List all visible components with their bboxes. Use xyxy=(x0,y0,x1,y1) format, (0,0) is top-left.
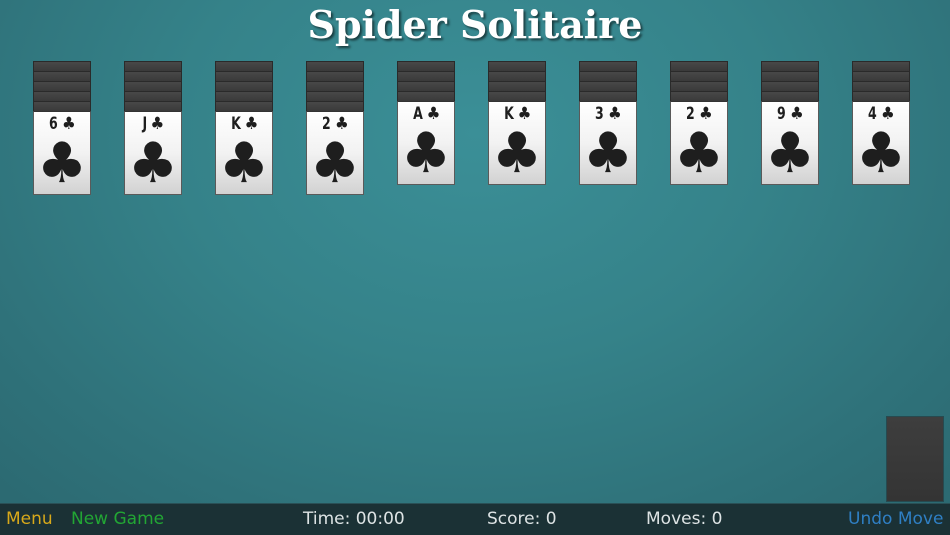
club-icon: ♣ xyxy=(127,131,179,196)
face-down-card xyxy=(33,101,91,111)
face-down-card xyxy=(306,101,364,111)
face-down-card xyxy=(670,61,728,71)
face-down-card xyxy=(761,61,819,71)
face-up-card[interactable]: 3 ♣ ♣ xyxy=(579,101,637,185)
tableau-column[interactable]: 2 ♣ ♣ xyxy=(306,61,364,195)
face-down-card xyxy=(852,81,910,91)
face-down-card xyxy=(488,71,546,81)
undo-move-button[interactable]: Undo Move xyxy=(848,504,943,535)
face-down-card xyxy=(852,71,910,81)
face-down-card xyxy=(124,71,182,81)
game-title: Spider Solitaire xyxy=(307,2,643,47)
face-down-card xyxy=(124,101,182,111)
face-down-card xyxy=(33,91,91,101)
tableau-column[interactable]: 3 ♣ ♣ xyxy=(579,61,637,185)
face-down-card xyxy=(306,71,364,81)
tableau-column[interactable]: 6 ♣ ♣ xyxy=(33,61,91,195)
face-down-card xyxy=(306,61,364,71)
face-down-card xyxy=(670,81,728,91)
face-down-card xyxy=(215,71,273,81)
face-down-card xyxy=(124,61,182,71)
club-icon: ♣ xyxy=(218,131,270,196)
face-down-card xyxy=(579,91,637,101)
face-down-card xyxy=(579,61,637,71)
face-down-card xyxy=(215,91,273,101)
club-icon: ♣ xyxy=(400,121,452,186)
tableau-column[interactable]: J ♣ ♣ xyxy=(124,61,182,195)
face-down-card xyxy=(488,81,546,91)
face-down-card xyxy=(124,81,182,91)
club-icon: ♣ xyxy=(309,131,361,196)
face-up-card[interactable]: 4 ♣ ♣ xyxy=(852,101,910,185)
face-down-card xyxy=(852,61,910,71)
club-icon: ♣ xyxy=(764,121,816,186)
moves-display: Moves: 0 xyxy=(646,509,723,529)
menu-button[interactable]: Menu xyxy=(6,504,53,535)
face-down-card xyxy=(306,91,364,101)
face-down-card xyxy=(33,81,91,91)
face-up-card[interactable]: 6 ♣ ♣ xyxy=(33,111,91,195)
tableau-column[interactable]: 4 ♣ ♣ xyxy=(852,61,910,185)
face-up-card[interactable]: 2 ♣ ♣ xyxy=(670,101,728,185)
face-down-card xyxy=(124,91,182,101)
tableau-column[interactable]: K ♣ ♣ xyxy=(215,61,273,195)
score-display: Score: 0 xyxy=(487,509,557,529)
tableau-column[interactable]: A ♣ ♣ xyxy=(397,61,455,185)
face-down-card xyxy=(761,71,819,81)
bottom-toolbar: Menu New Game Time: 00:00 Score: 0 Moves… xyxy=(0,503,950,535)
face-down-card xyxy=(215,61,273,71)
face-down-card xyxy=(215,101,273,111)
face-down-card xyxy=(306,81,364,91)
face-down-card xyxy=(397,91,455,101)
face-up-card[interactable]: 9 ♣ ♣ xyxy=(761,101,819,185)
face-down-card xyxy=(670,71,728,81)
face-down-card xyxy=(852,91,910,101)
face-up-card[interactable]: K ♣ ♣ xyxy=(215,111,273,195)
stock-pile[interactable] xyxy=(886,416,944,502)
face-down-card xyxy=(579,81,637,91)
face-down-card xyxy=(215,81,273,91)
face-down-card xyxy=(397,81,455,91)
face-up-card[interactable]: 2 ♣ ♣ xyxy=(306,111,364,195)
club-icon: ♣ xyxy=(673,121,725,186)
tableau-column[interactable]: 2 ♣ ♣ xyxy=(670,61,728,185)
timer-display: Time: 00:00 xyxy=(303,509,405,529)
face-up-card[interactable]: A ♣ ♣ xyxy=(397,101,455,185)
face-up-card[interactable]: K ♣ ♣ xyxy=(488,101,546,185)
tableau-column[interactable]: 9 ♣ ♣ xyxy=(761,61,819,185)
face-down-card xyxy=(397,61,455,71)
club-icon: ♣ xyxy=(582,121,634,186)
face-down-card xyxy=(33,61,91,71)
face-up-card[interactable]: J ♣ ♣ xyxy=(124,111,182,195)
face-down-card xyxy=(761,81,819,91)
tableau-column[interactable]: K ♣ ♣ xyxy=(488,61,546,185)
face-down-card xyxy=(397,71,455,81)
new-game-button[interactable]: New Game xyxy=(71,504,164,535)
club-icon: ♣ xyxy=(491,121,543,186)
club-icon: ♣ xyxy=(855,121,907,186)
club-icon: ♣ xyxy=(36,131,88,196)
face-down-card xyxy=(761,91,819,101)
face-down-card xyxy=(488,91,546,101)
face-down-card xyxy=(33,71,91,81)
face-down-card xyxy=(488,61,546,71)
face-down-card xyxy=(670,91,728,101)
face-down-card xyxy=(579,71,637,81)
